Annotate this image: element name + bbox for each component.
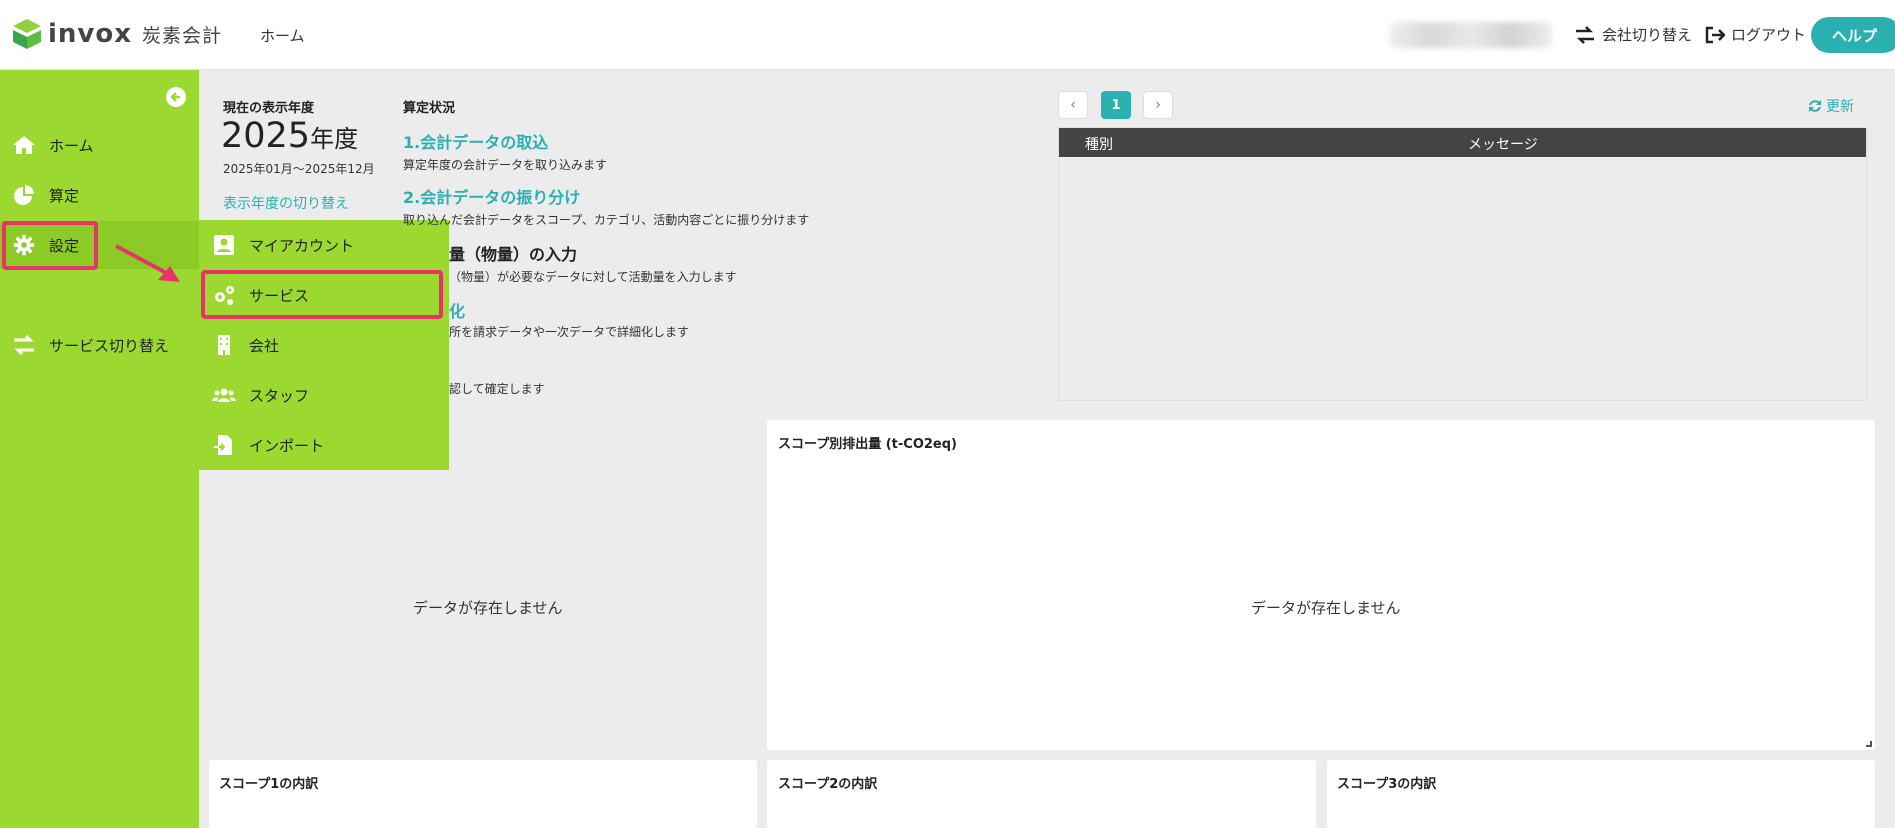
collapse-sidebar-button[interactable] [166,87,186,107]
pie-chart-icon [14,185,34,205]
logo[interactable]: invox 炭素会計 [12,18,222,50]
settings-highlight-box [2,221,98,270]
status-step: 認して確定します [449,377,545,397]
users-icon [212,388,236,402]
column-header-type: 種別 [1085,137,1113,153]
service-highlight-box [201,270,443,319]
pointer-arrow-icon [115,244,180,282]
logout-button[interactable]: ログアウト [1705,24,1806,45]
sidebar-item-home[interactable]: ホーム [0,121,199,169]
flyout-item-label: インポート [249,436,325,455]
status-step: 量（物量）の入力 [449,241,577,265]
logout-icon [1705,26,1725,43]
scope1-breakdown-title: スコープ1の内訳 [219,777,319,792]
year-range: 2025年01月～2025年12月 [223,162,375,176]
logout-label: ログアウト [1731,26,1807,44]
arrow-left-icon [170,92,180,102]
calculation-status-title: 算定状況 [403,101,456,116]
logo-text: invox [48,19,133,49]
step-link[interactable]: 1.会計データの取込 [403,129,607,153]
flyout-item-label: スタッフ [249,386,310,405]
sidebar-item-label: ホーム [49,136,94,155]
no-data-message: データが存在しません [1251,599,1401,617]
file-import-icon [214,435,232,455]
step-link[interactable]: 2.会計データの振り分け [403,184,809,208]
scope3-breakdown-title: スコープ3の内訳 [1337,777,1437,792]
step-link[interactable]: 量（物量）の入力 [449,241,577,265]
step-link[interactable]: 化 [449,298,465,322]
flyout-item-label: マイアカウント [249,236,355,255]
step-description: 取り込んだ会計データをスコープ、カテゴリ、活動内容ごとに振り分けます [403,213,810,227]
column-header-message: メッセージ [1468,137,1538,153]
logo-cube-icon [13,19,41,49]
messages-table: 種別 メッセージ [1058,127,1867,401]
refresh-icon [1809,100,1821,112]
status-step: （物量）が必要なデータに対して活動量を入力します [449,265,737,285]
step-description: （物量）が必要なデータに対して活動量を入力します [449,270,737,284]
flyout-item-company[interactable]: 会社 [199,320,449,370]
header-home-link[interactable]: ホーム [260,25,305,46]
refresh-button[interactable]: 更新 [1808,96,1854,116]
flyout-item-label: 会社 [249,336,280,355]
switch-company-label: 会社切り替え [1602,26,1693,44]
scope2-breakdown-card [767,760,1316,828]
year-unit: 年度 [310,125,359,153]
top-header: invox 炭素会計 ホーム 会社切り替え ログアウト ヘルプ [0,0,1895,70]
year-number: 2025 [221,116,311,156]
status-step: 所を請求データや一次データで詳細化します [449,320,689,340]
switch-arrows-icon [1576,25,1594,44]
sidebar-item-label: サービス切り替え [49,336,170,355]
scope1-breakdown-card [209,760,757,828]
resize-handle[interactable] [748,741,754,747]
switch-icon [14,334,34,356]
help-button[interactable]: ヘルプ [1811,17,1895,53]
chevron-right-icon: › [1155,97,1161,113]
scope2-breakdown-title: スコープ2の内訳 [778,777,878,792]
no-data-message: データが存在しません [413,599,563,617]
resize-handle[interactable] [1866,741,1872,747]
account-card-icon [214,235,234,255]
refresh-label: 更新 [1826,99,1854,115]
blurred-user-name [1390,22,1552,48]
flyout-item-import[interactable]: インポート [199,420,449,470]
sidebar-item-calculation[interactable]: 算定 [0,171,199,219]
home-icon [13,136,35,154]
resize-handle[interactable] [1029,400,1035,406]
chevron-left-icon: ‹ [1070,97,1076,113]
current-year-label: 現在の表示年度 [223,101,315,116]
step-description: 所を請求データや一次データで詳細化します [449,325,690,339]
status-step: 2.会計データの振り分け 取り込んだ会計データをスコープ、カテゴリ、活動内容ごと… [403,184,809,228]
status-step: 化 [449,298,465,322]
flyout-item-staff[interactable]: スタッフ [199,370,449,420]
logo-subtext: 炭素会計 [142,24,223,47]
step-description: 算定年度の会計データを取り込みます [403,158,608,172]
switch-year-link[interactable]: 表示年度の切り替え [223,193,349,213]
current-year-value: 2025年度 [221,116,358,156]
building-icon [218,335,230,355]
scope3-breakdown-card [1327,760,1875,828]
sidebar-item-label: 算定 [49,186,80,205]
next-page-button[interactable]: › [1143,91,1173,119]
switch-company-button[interactable]: 会社切り替え [1574,24,1692,45]
prev-page-button[interactable]: ‹ [1058,91,1088,119]
sidebar-item-switch-service[interactable]: サービス切り替え [0,321,199,369]
status-step: 1.会計データの取込 算定年度の会計データを取り込みます [403,129,607,173]
scope-emissions-title: スコープ別排出量 (t-CO2eq) [778,437,957,452]
step-description: 認して確定します [449,382,545,396]
current-page-button[interactable]: 1 [1101,91,1131,119]
scope-emissions-card [767,420,1875,750]
messages-table-header: 種別 メッセージ [1059,128,1866,157]
